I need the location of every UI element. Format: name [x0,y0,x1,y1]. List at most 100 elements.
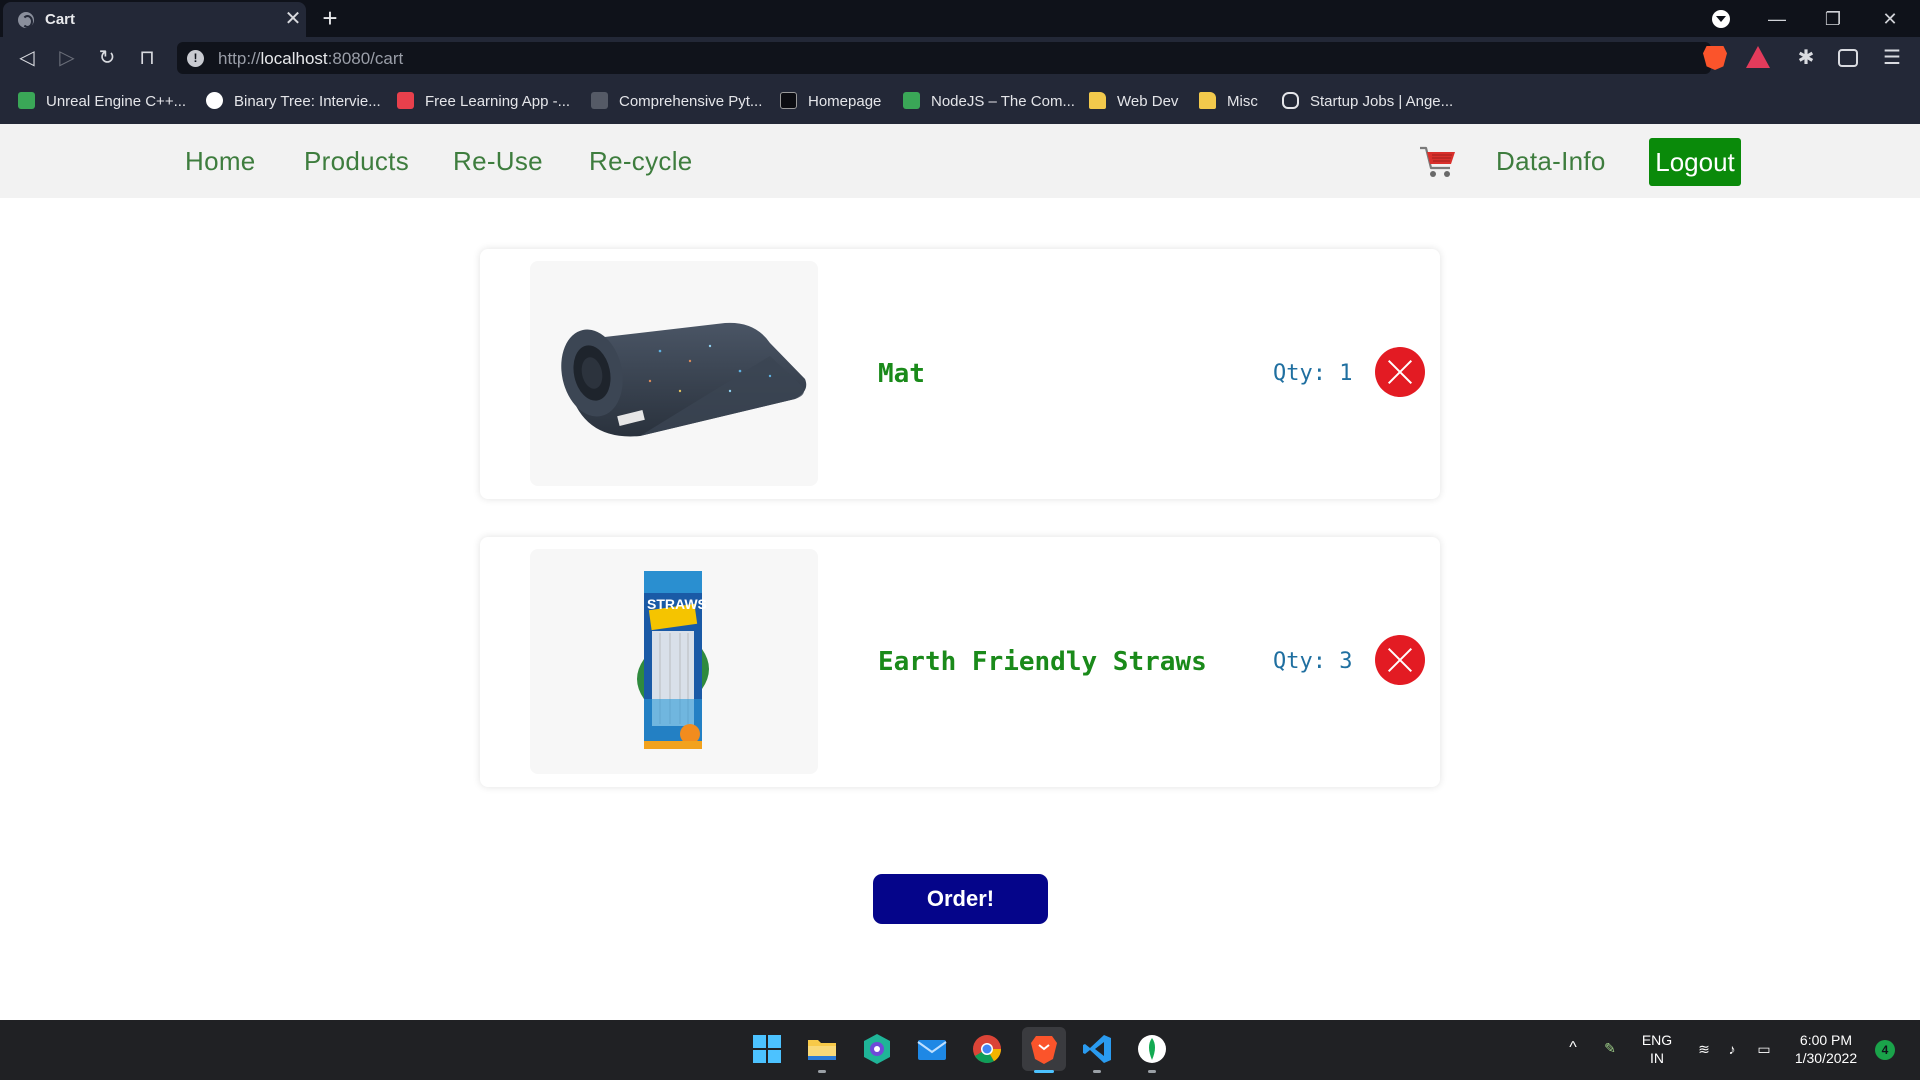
minimize-icon[interactable]: — [1757,4,1797,34]
bookmarks-bar: Unreal Engine C++... Binary Tree: Interv… [0,79,1920,124]
running-indicator [1148,1070,1156,1073]
nav-link-products[interactable]: Products [304,146,409,176]
region-code: IN [1650,1050,1664,1066]
show-hidden-icons-icon[interactable]: ^ [1564,1039,1582,1057]
tab-title: Cart [45,11,76,28]
brave-icon [1031,1036,1057,1064]
clock-date: 1/30/2022 [1794,1050,1858,1066]
brave-taskbar-button[interactable] [1022,1027,1066,1071]
bookmark-label: Web Dev [1117,93,1179,110]
back-icon[interactable]: ◁ [12,43,42,73]
pen-input-icon[interactable]: ✎ [1596,1039,1624,1057]
straws-pack-image [637,571,709,749]
product-image-straws: STRAWS [530,549,818,774]
brave-rewards-icon[interactable] [1746,46,1770,68]
bookmark-label: Binary Tree: Intervie... [234,93,381,110]
straws-pack-label: STRAWS [647,596,707,612]
globe-icon [18,12,34,28]
bookmark-favicon-icon [397,92,414,109]
file-explorer-icon[interactable] [805,1032,839,1066]
mongodb-compass-icon[interactable] [1135,1032,1169,1066]
rolled-yoga-mat-image [561,322,807,437]
bookmark-label: Free Learning App -... [425,93,571,110]
new-tab-button[interactable]: + [317,3,343,33]
forward-icon[interactable]: ▷ [52,43,82,73]
medium-icon [206,92,223,109]
cart-item-card: Mat Qty: 1 [480,249,1440,499]
cart-icon[interactable] [1418,142,1458,182]
profile-dropdown-icon[interactable] [1712,10,1730,28]
bookmark-label: Homepage [808,93,882,110]
url-prefix: http:// [218,49,261,68]
bookmark-homepage[interactable]: Homepage [780,91,881,113]
windows-taskbar: ^ ✎ ENG IN ≋ ♪ ▭ 6:00 PM 1/30/2022 [0,1020,1920,1080]
nav-link-home[interactable]: Home [185,146,256,176]
vpn-app-icon[interactable] [860,1032,894,1066]
angellist-icon [1282,92,1299,109]
browser-menu-icon[interactable]: ☰ [1880,46,1904,70]
reload-icon[interactable]: ↻ [92,43,122,73]
wallet-icon[interactable] [1838,49,1858,67]
bookmark-unreal-engine[interactable]: Unreal Engine C++... [18,91,186,113]
battery-icon[interactable]: ▭ [1752,1040,1776,1058]
product-image-mat [530,261,818,486]
nav-link-re-use[interactable]: Re-Use [453,146,543,176]
nav-link-re-cycle[interactable]: Re-cycle [589,146,693,176]
wifi-icon[interactable]: ≋ [1694,1040,1714,1058]
bookmark-label: Startup Jobs | Ange... [1310,93,1454,110]
cart-item-qty: Qty: 3 [1273,649,1353,674]
bookmark-binary-tree[interactable]: Binary Tree: Intervie... [206,91,381,113]
clock[interactable]: 6:00 PM 1/30/2022 [1786,1031,1866,1067]
cart-item-card: STRAWS Earth Friendly Straws Qty: 3 [480,537,1440,787]
close-window-icon[interactable]: ✕ [1870,4,1910,34]
bookmark-favicon-icon [903,92,920,109]
language-code: ENG [1641,1032,1673,1048]
cart-item-name: Earth Friendly Straws [878,647,1207,677]
nav-link-data-info[interactable]: Data-Info [1496,146,1606,176]
site-info-icon[interactable]: ! [187,50,204,67]
bookmark-favicon-icon [591,92,608,109]
running-indicator [1093,1070,1101,1073]
extensions-icon[interactable]: ✱ [1794,46,1818,70]
notification-badge[interactable]: 4 [1875,1040,1895,1060]
logout-button[interactable]: Logout [1649,138,1741,186]
bookmark-folder-misc[interactable]: Misc [1199,91,1258,113]
url-text: http://localhost:8080/cart [218,49,403,69]
cart-item-qty: Qty: 1 [1273,361,1353,386]
bookmark-favicon-icon [780,92,797,109]
bookmark-label: Unreal Engine C++... [46,93,187,110]
input-language[interactable]: ENG IN [1640,1031,1674,1067]
active-indicator [1034,1070,1054,1073]
mail-icon[interactable] [915,1032,949,1066]
bookmark-icon[interactable]: ⊓ [132,43,162,73]
browser-tab-bar: Cart ✕ + — ❐ ✕ [0,0,1920,37]
folder-icon [1089,92,1106,109]
tab-close-icon[interactable]: ✕ [282,7,304,31]
bookmark-label: NodeJS – The Com... [931,93,1075,110]
order-button[interactable]: Order! [873,874,1048,924]
vscode-icon[interactable] [1080,1032,1114,1066]
browser-tab-cart[interactable]: Cart ✕ [3,2,306,37]
address-bar[interactable]: ! http://localhost:8080/cart [177,42,1711,74]
remove-item-icon[interactable] [1375,347,1425,397]
clock-time: 6:00 PM [1799,1032,1853,1048]
remove-item-icon[interactable] [1375,635,1425,685]
bookmark-comprehensive-python[interactable]: Comprehensive Pyt... [591,91,762,113]
bookmark-label: Comprehensive Pyt... [619,93,763,110]
bookmark-startup-jobs[interactable]: Startup Jobs | Ange... [1282,91,1453,113]
bookmark-favicon-icon [18,92,35,109]
bookmark-nodejs[interactable]: NodeJS – The Com... [903,91,1075,113]
volume-icon[interactable]: ♪ [1722,1040,1742,1058]
site-navbar: Home Products Re-Use Re-cycle Data-Info … [0,124,1920,198]
bookmark-folder-web-dev[interactable]: Web Dev [1089,91,1178,113]
bookmark-label: Misc [1227,93,1258,110]
windows-start-icon[interactable] [750,1032,784,1066]
cart-item-name: Mat [878,359,925,389]
restore-icon[interactable]: ❐ [1813,4,1853,34]
url-path: :8080/cart [327,49,404,68]
running-indicator [818,1070,826,1073]
chrome-icon[interactable] [970,1032,1004,1066]
bookmark-free-learning-app[interactable]: Free Learning App -... [397,91,570,113]
browser-toolbar: ◁ ▷ ↻ ⊓ ! http://localhost:8080/cart ✱ ☰ [0,37,1920,79]
url-host: localhost [260,49,328,68]
